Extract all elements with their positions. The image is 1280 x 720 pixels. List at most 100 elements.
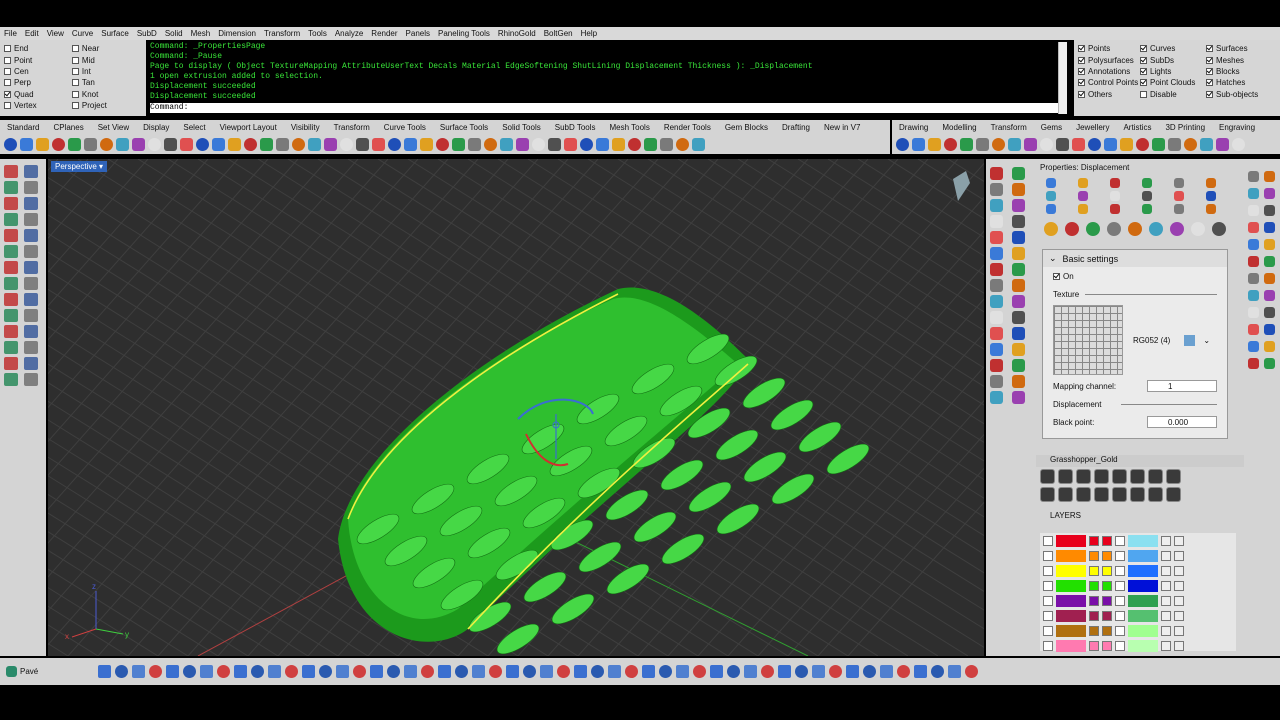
menu-item-subd[interactable]: SubD xyxy=(137,29,157,38)
layer-checkbox[interactable] xyxy=(1115,535,1125,546)
property-page-icon[interactable] xyxy=(1078,178,1088,188)
filter-curves[interactable]: Curves xyxy=(1140,43,1206,54)
eye-icon[interactable] xyxy=(1089,610,1099,621)
menu-item-file[interactable]: File xyxy=(4,29,17,38)
eye-icon[interactable] xyxy=(1089,640,1099,651)
plugin-icon[interactable] xyxy=(990,199,1003,212)
bottom-tool-icon[interactable] xyxy=(455,665,469,678)
main-tool-icon[interactable] xyxy=(340,137,353,151)
jewel-tool-icon[interactable] xyxy=(944,137,957,151)
on-row[interactable]: On xyxy=(1043,267,1227,285)
lock-icon[interactable] xyxy=(1174,535,1184,546)
cplane-tag[interactable]: Pavé xyxy=(6,666,38,677)
mapping-channel-input[interactable]: 1 xyxy=(1147,380,1217,392)
menu-item-rhinogold[interactable]: RhinoGold xyxy=(498,29,536,38)
eye-icon[interactable] xyxy=(1161,550,1171,561)
plugin-icon[interactable] xyxy=(990,279,1003,292)
lock-icon[interactable] xyxy=(1102,610,1112,621)
plugin-icon[interactable] xyxy=(990,295,1003,308)
bottom-tool-icon[interactable] xyxy=(319,665,333,678)
lock-icon[interactable] xyxy=(1102,640,1112,651)
plugin-icon[interactable] xyxy=(1012,391,1025,404)
filter-meshes[interactable]: Meshes xyxy=(1206,54,1276,65)
grasshopper-tool-icon[interactable] xyxy=(1040,487,1055,502)
checkbox[interactable] xyxy=(4,67,11,75)
bottom-tool-icon[interactable] xyxy=(914,665,928,678)
grasshopper-tool-icon[interactable] xyxy=(1112,469,1127,484)
jewel-tool-icon[interactable] xyxy=(992,137,1005,151)
plugin-icon[interactable] xyxy=(990,343,1003,356)
bottom-tool-icon[interactable] xyxy=(761,665,775,678)
checkbox[interactable] xyxy=(1140,90,1147,98)
filter-blocks[interactable]: Blocks xyxy=(1206,66,1276,77)
grasshopper-tool-icon[interactable] xyxy=(1076,469,1091,484)
plugin-icon[interactable] xyxy=(1012,167,1025,180)
property-page-icon[interactable] xyxy=(1110,204,1120,214)
basic-settings-header[interactable]: ⌄ Basic settings xyxy=(1043,250,1227,267)
side-tool-icon[interactable] xyxy=(1248,222,1259,233)
main-tool-icon[interactable] xyxy=(148,137,161,151)
left-tool-icon[interactable] xyxy=(24,325,38,338)
toolbar-tab-standard[interactable]: Standard xyxy=(7,123,39,132)
jewel-tool-icon[interactable] xyxy=(1152,137,1165,151)
osnap-perp[interactable]: Perp xyxy=(4,77,72,88)
eye-icon[interactable] xyxy=(1089,595,1099,606)
bottom-tool-icon[interactable] xyxy=(710,665,724,678)
toolbar-tab-artistics[interactable]: Artistics xyxy=(1123,123,1151,132)
checkbox[interactable] xyxy=(1206,56,1213,64)
side-tool-icon[interactable] xyxy=(1264,358,1275,369)
side-tool-icon[interactable] xyxy=(1248,171,1259,182)
bottom-tool-icon[interactable] xyxy=(778,665,792,678)
jewel-tool-icon[interactable] xyxy=(1088,137,1101,151)
toolbar-tab-transform[interactable]: Transform xyxy=(991,123,1027,132)
toolbar-tab-gems[interactable]: Gems xyxy=(1041,123,1062,132)
bottom-tool-icon[interactable] xyxy=(829,665,843,678)
bottom-tool-icon[interactable] xyxy=(948,665,962,678)
main-tool-icon[interactable] xyxy=(436,137,449,151)
side-tool-icon[interactable] xyxy=(1264,273,1275,284)
left-tool-icon[interactable] xyxy=(4,165,18,178)
left-tool-icon[interactable] xyxy=(4,181,18,194)
lock-icon[interactable] xyxy=(1174,640,1184,651)
lock-icon[interactable] xyxy=(1102,625,1112,636)
bottom-tool-icon[interactable] xyxy=(370,665,384,678)
jewel-tool-icon[interactable] xyxy=(1008,137,1021,151)
grasshopper-tool-icon[interactable] xyxy=(1058,487,1073,502)
checkbox[interactable] xyxy=(1206,79,1213,87)
layer-row[interactable] xyxy=(1040,563,1236,578)
left-tool-icon[interactable] xyxy=(4,373,18,386)
menu-item-mesh[interactable]: Mesh xyxy=(191,29,211,38)
main-tool-icon[interactable] xyxy=(452,137,465,151)
main-tool-icon[interactable] xyxy=(644,137,657,151)
toolbar-tab-transform[interactable]: Transform xyxy=(334,123,370,132)
checkbox[interactable] xyxy=(1140,79,1147,87)
bottom-tool-icon[interactable] xyxy=(744,665,758,678)
toolbar-tab-visibility[interactable]: Visibility xyxy=(291,123,320,132)
property-page-icon[interactable] xyxy=(1206,204,1216,214)
left-tool-icon[interactable] xyxy=(4,261,18,274)
menu-item-render[interactable]: Render xyxy=(371,29,397,38)
toolbar-tab-drawing[interactable]: Drawing xyxy=(899,123,928,132)
main-tool-icon[interactable] xyxy=(4,137,17,151)
side-tool-icon[interactable] xyxy=(1264,171,1275,182)
main-tool-icon[interactable] xyxy=(308,137,321,151)
bottom-tool-icon[interactable] xyxy=(353,665,367,678)
perspective-viewport[interactable]: z y x Perspective ▾ xyxy=(48,159,984,656)
plugin-icon[interactable] xyxy=(1012,279,1025,292)
property-tab-icon[interactable] xyxy=(1128,222,1142,236)
filter-subds[interactable]: SubDs xyxy=(1140,54,1206,65)
layer-color-swatch[interactable] xyxy=(1056,549,1086,562)
main-tool-icon[interactable] xyxy=(132,137,145,151)
bottom-tool-icon[interactable] xyxy=(115,665,129,678)
plugin-icon[interactable] xyxy=(990,375,1003,388)
plugin-icon[interactable] xyxy=(990,311,1003,324)
main-tool-icon[interactable] xyxy=(292,137,305,151)
layer-row[interactable] xyxy=(1040,608,1236,623)
toolbar-tab-jewellery[interactable]: Jewellery xyxy=(1076,123,1109,132)
left-tool-icon[interactable] xyxy=(24,357,38,370)
left-tool-icon[interactable] xyxy=(24,245,38,258)
toolbar-tab-modelling[interactable]: Modelling xyxy=(942,123,976,132)
toolbar-tab-cplanes[interactable]: CPlanes xyxy=(53,123,83,132)
property-page-icon[interactable] xyxy=(1110,191,1120,201)
property-tab-icon[interactable] xyxy=(1086,222,1100,236)
